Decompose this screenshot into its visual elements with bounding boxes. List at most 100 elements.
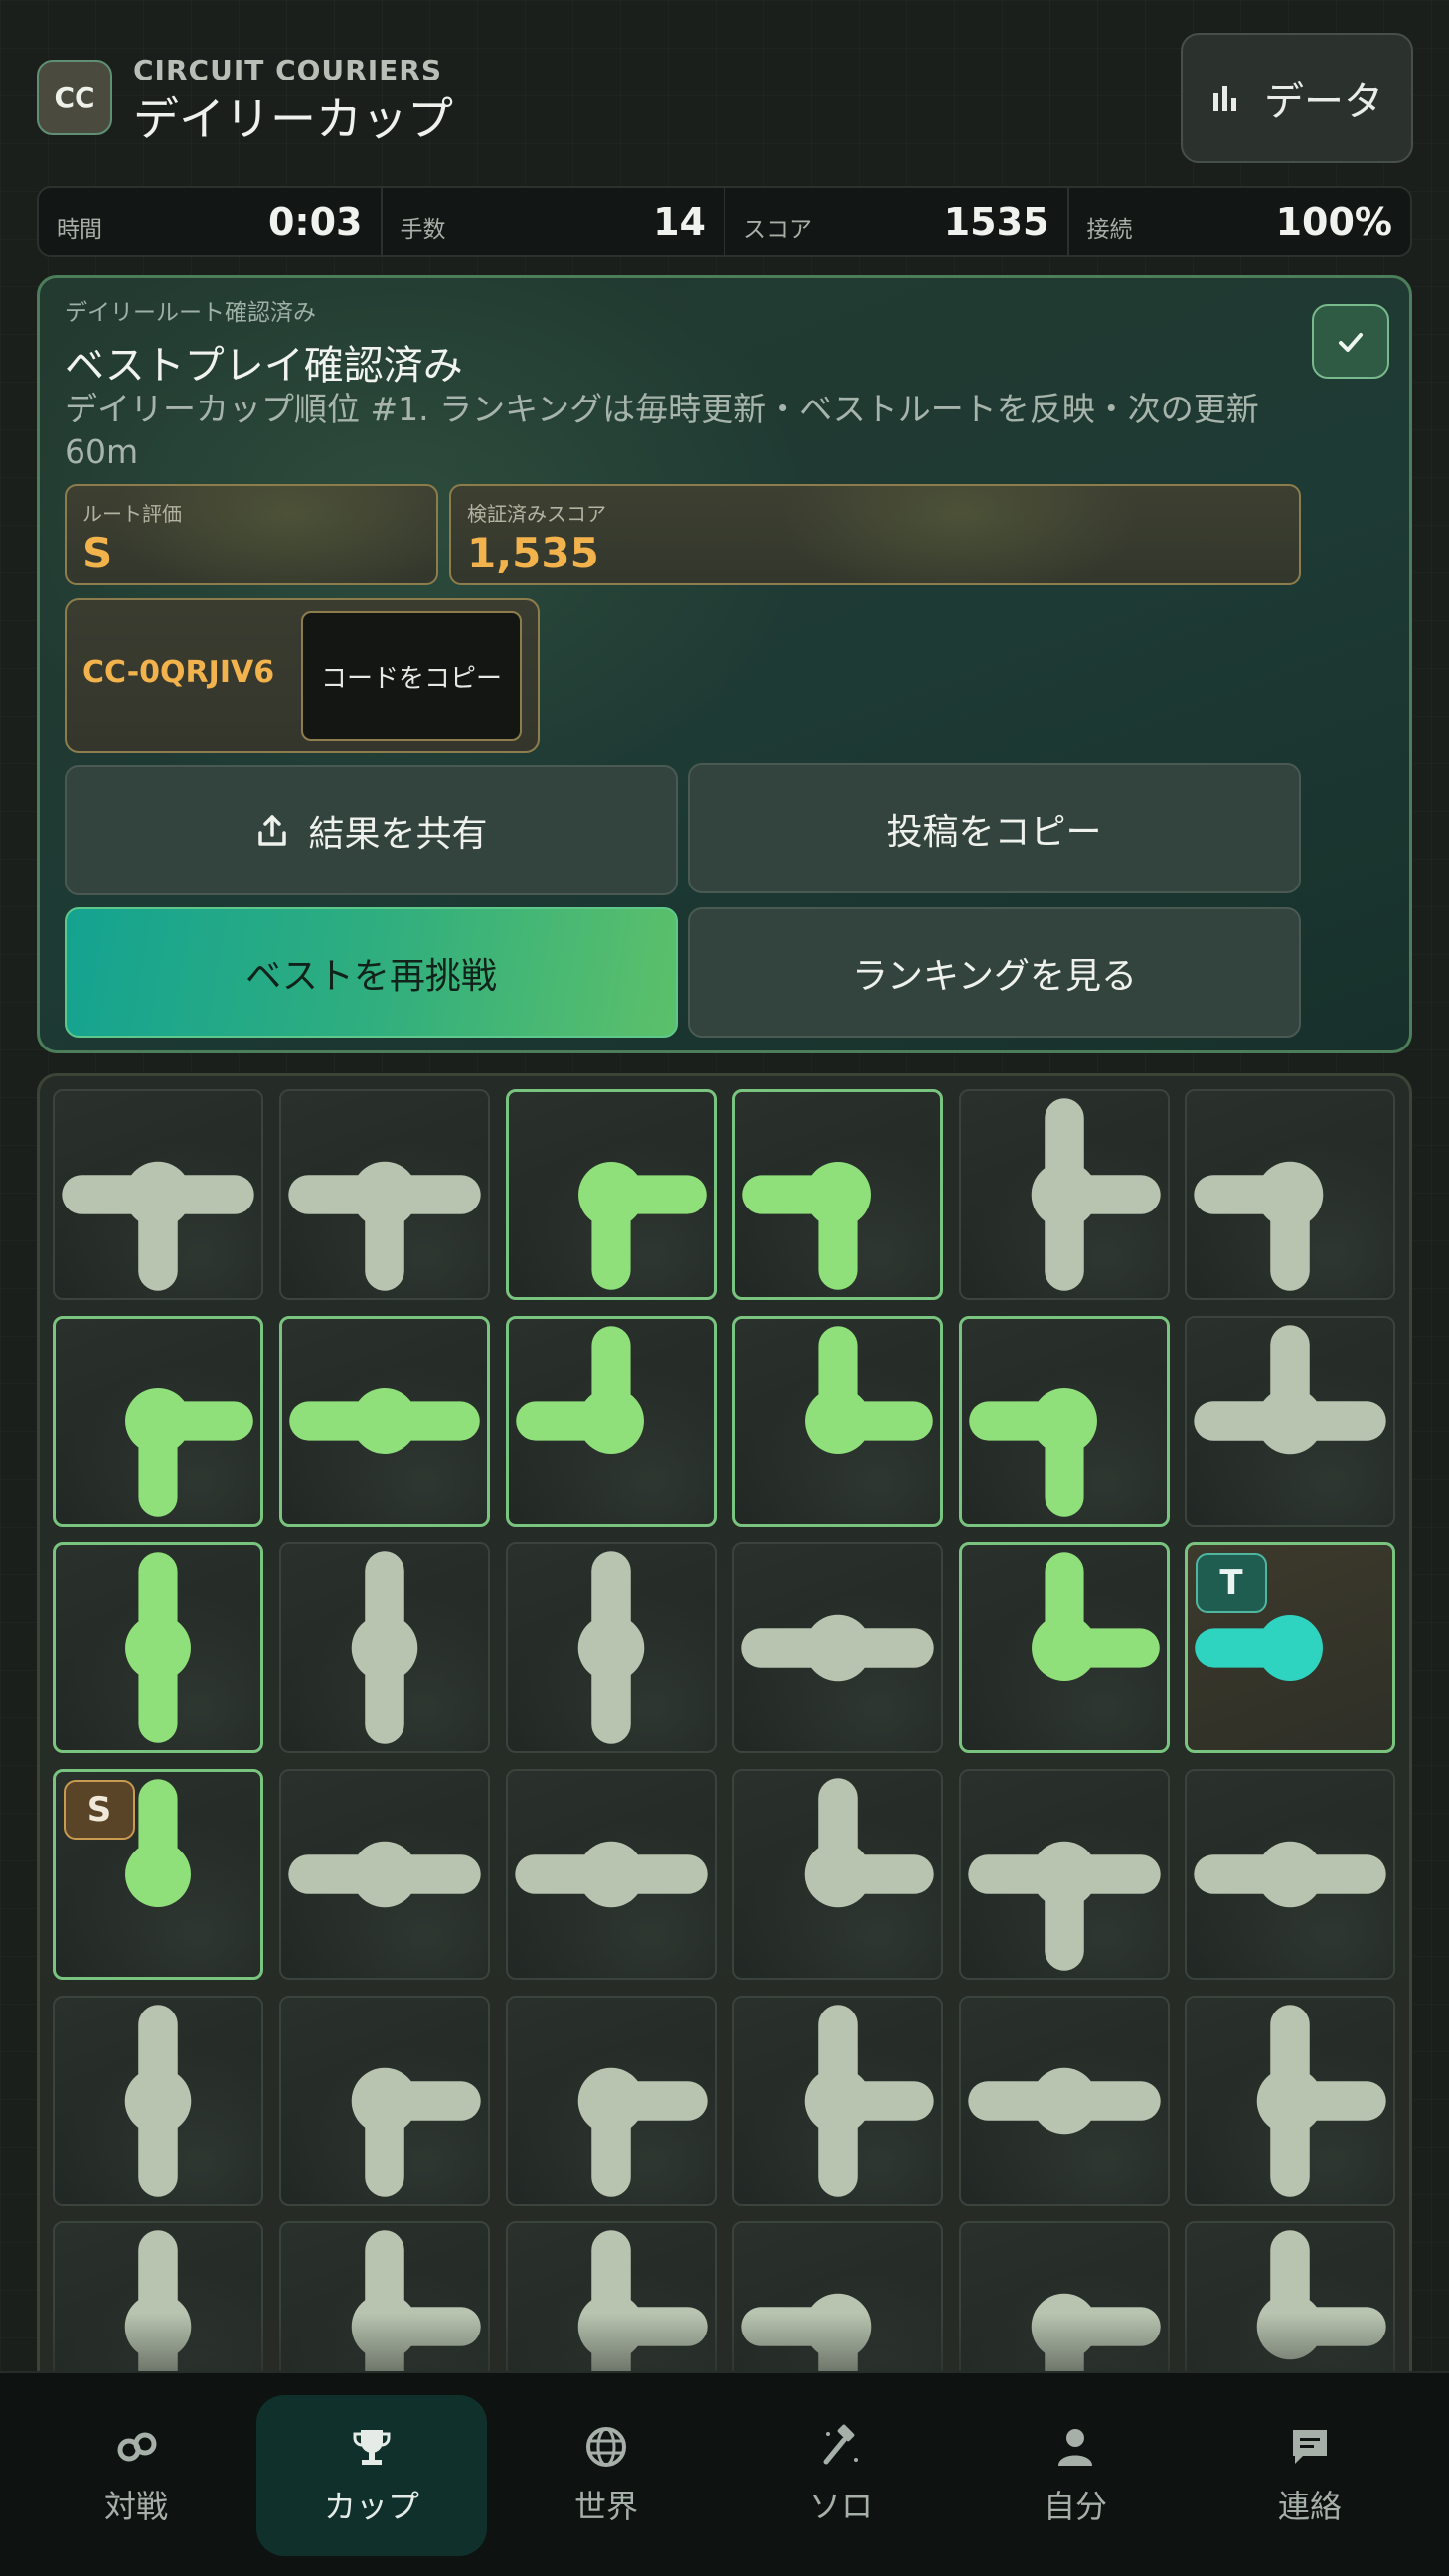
data-button-label: データ xyxy=(1264,79,1383,125)
pipe-icon xyxy=(288,1841,481,1908)
board-tile[interactable] xyxy=(53,1089,263,1300)
verified-score: 検証済みスコア 1,535 xyxy=(449,484,1301,585)
pipe-icon xyxy=(1031,1098,1161,1291)
nav-label: 世界 xyxy=(573,2488,638,2525)
stat-score-label: スコア xyxy=(743,217,812,242)
board-tile[interactable] xyxy=(732,1542,943,1753)
board-tile[interactable] xyxy=(506,1316,717,1527)
stat-time-value: 0:03 xyxy=(267,200,363,243)
pipe-icon xyxy=(288,1161,481,1291)
nav-label: 対戦 xyxy=(103,2488,168,2525)
board-tile[interactable] xyxy=(279,1316,490,1527)
app-logo: CC xyxy=(37,60,112,135)
board-tile[interactable]: T xyxy=(1185,1542,1395,1753)
nav-item-message[interactable]: 連絡 xyxy=(1195,2395,1425,2556)
stat-connection-value: 100% xyxy=(1275,200,1392,243)
view-ranking-button[interactable]: ランキングを見る xyxy=(688,907,1301,1038)
nav-label: 連絡 xyxy=(1277,2488,1342,2525)
result-kicker: デイリールート確認済み xyxy=(65,300,316,326)
board-tile[interactable] xyxy=(1185,1316,1395,1527)
board-tile[interactable] xyxy=(53,1542,263,1753)
pipe-icon xyxy=(1256,2005,1386,2197)
share-result-button[interactable]: 結果を共有 xyxy=(65,765,678,895)
pipe-icon xyxy=(968,1841,1161,1971)
stat-moves-value: 14 xyxy=(653,200,706,243)
pipe-icon xyxy=(125,1552,191,1743)
nav-item-globe[interactable]: 世界 xyxy=(491,2395,722,2556)
message-icon xyxy=(1293,2430,1327,2464)
board-tile[interactable] xyxy=(279,1769,490,1980)
globe-icon xyxy=(586,2427,626,2467)
board-tile[interactable] xyxy=(732,1316,943,1527)
pipe-icon xyxy=(577,2067,708,2197)
board-tile[interactable] xyxy=(506,1089,717,1300)
target-badge: T xyxy=(1196,1553,1267,1613)
stat-time-label: 時間 xyxy=(57,217,102,242)
route-grade: ルート評価 S xyxy=(65,484,438,585)
board-tile[interactable] xyxy=(1185,1089,1395,1300)
board-tile[interactable] xyxy=(732,1089,943,1300)
pipe-icon xyxy=(804,2005,934,2197)
nav-label: ソロ xyxy=(808,2488,873,2525)
stat-moves: 手数 14 xyxy=(383,188,725,255)
pipe-icon xyxy=(741,1614,934,1682)
board-tile[interactable] xyxy=(53,1996,263,2206)
pipe-icon xyxy=(125,1388,253,1517)
board-tile[interactable] xyxy=(959,1316,1170,1527)
board-tile[interactable] xyxy=(959,1089,1170,1300)
verified-score-label: 検証済みスコア xyxy=(467,502,606,526)
pipe-icon xyxy=(968,2067,1161,2135)
board-tile[interactable] xyxy=(1185,1996,1395,2206)
board-tile[interactable] xyxy=(279,1542,490,1753)
pipe-icon xyxy=(351,1551,418,1744)
pipe-icon xyxy=(515,1841,708,1908)
trophy-icon xyxy=(353,2430,391,2465)
share-code: CC-0QRJIV6 xyxy=(82,655,275,690)
board-tile[interactable] xyxy=(506,1769,717,1980)
pipe-icon xyxy=(1194,1161,1324,1291)
view-ranking-label: ランキングを見る xyxy=(852,955,1137,997)
board-tile[interactable] xyxy=(732,1996,943,2206)
copy-post-label: 投稿をコピー xyxy=(886,811,1102,853)
pipe-icon xyxy=(1032,1552,1160,1681)
board-tile[interactable] xyxy=(279,1996,490,2206)
board-tile[interactable] xyxy=(732,1769,943,1980)
pipe-icon xyxy=(805,1326,933,1454)
nav-item-hammer[interactable]: ソロ xyxy=(725,2395,956,2556)
nav-item-trophy[interactable]: カップ xyxy=(256,2395,487,2556)
data-button[interactable]: データ xyxy=(1181,33,1413,163)
source-badge: S xyxy=(64,1780,135,1840)
stat-time: 時間 0:03 xyxy=(39,188,383,255)
board-tile[interactable] xyxy=(959,1542,1170,1753)
pipe-icon xyxy=(516,1326,644,1454)
copy-post-button[interactable]: 投稿をコピー xyxy=(688,763,1301,893)
share-result-label: 結果を共有 xyxy=(308,813,488,855)
retry-best-button[interactable]: ベストを再挑戦 xyxy=(65,907,678,1038)
board-tile[interactable] xyxy=(279,1089,490,1300)
pipe-icon xyxy=(351,2067,481,2197)
nav-item-person[interactable]: 自分 xyxy=(960,2395,1191,2556)
board-tile[interactable] xyxy=(1185,1769,1395,1980)
nav-item-versus[interactable]: 対戦 xyxy=(21,2395,251,2556)
pipe-icon xyxy=(1194,1841,1386,1908)
board-tile[interactable] xyxy=(53,1316,263,1527)
route-grade-value: S xyxy=(82,529,113,577)
check-icon xyxy=(1339,332,1363,352)
board-tile[interactable] xyxy=(506,1996,717,2206)
stat-connection: 接続 100% xyxy=(1069,188,1411,255)
copy-code-button[interactable]: コードをコピー xyxy=(301,611,522,741)
stat-score: スコア 1535 xyxy=(725,188,1069,255)
person-icon xyxy=(1058,2429,1092,2466)
pipe-icon xyxy=(62,1161,254,1291)
pipe-icon xyxy=(124,2005,192,2197)
result-card: デイリールート確認済み ベストプレイ確認済み デイリーカップ順位 #1. ランキ… xyxy=(37,275,1412,1053)
share-icon xyxy=(258,814,287,846)
board-tile[interactable]: S xyxy=(53,1769,263,1980)
route-grade-label: ルート評価 xyxy=(82,502,182,526)
board-tile[interactable] xyxy=(959,1769,1170,1980)
brand-name: CIRCUIT COURIERS xyxy=(133,54,442,86)
board-tile[interactable] xyxy=(506,1542,717,1753)
board-tile[interactable] xyxy=(959,1996,1170,2206)
hammer-icon xyxy=(823,2424,858,2465)
versus-icon xyxy=(117,2432,157,2462)
